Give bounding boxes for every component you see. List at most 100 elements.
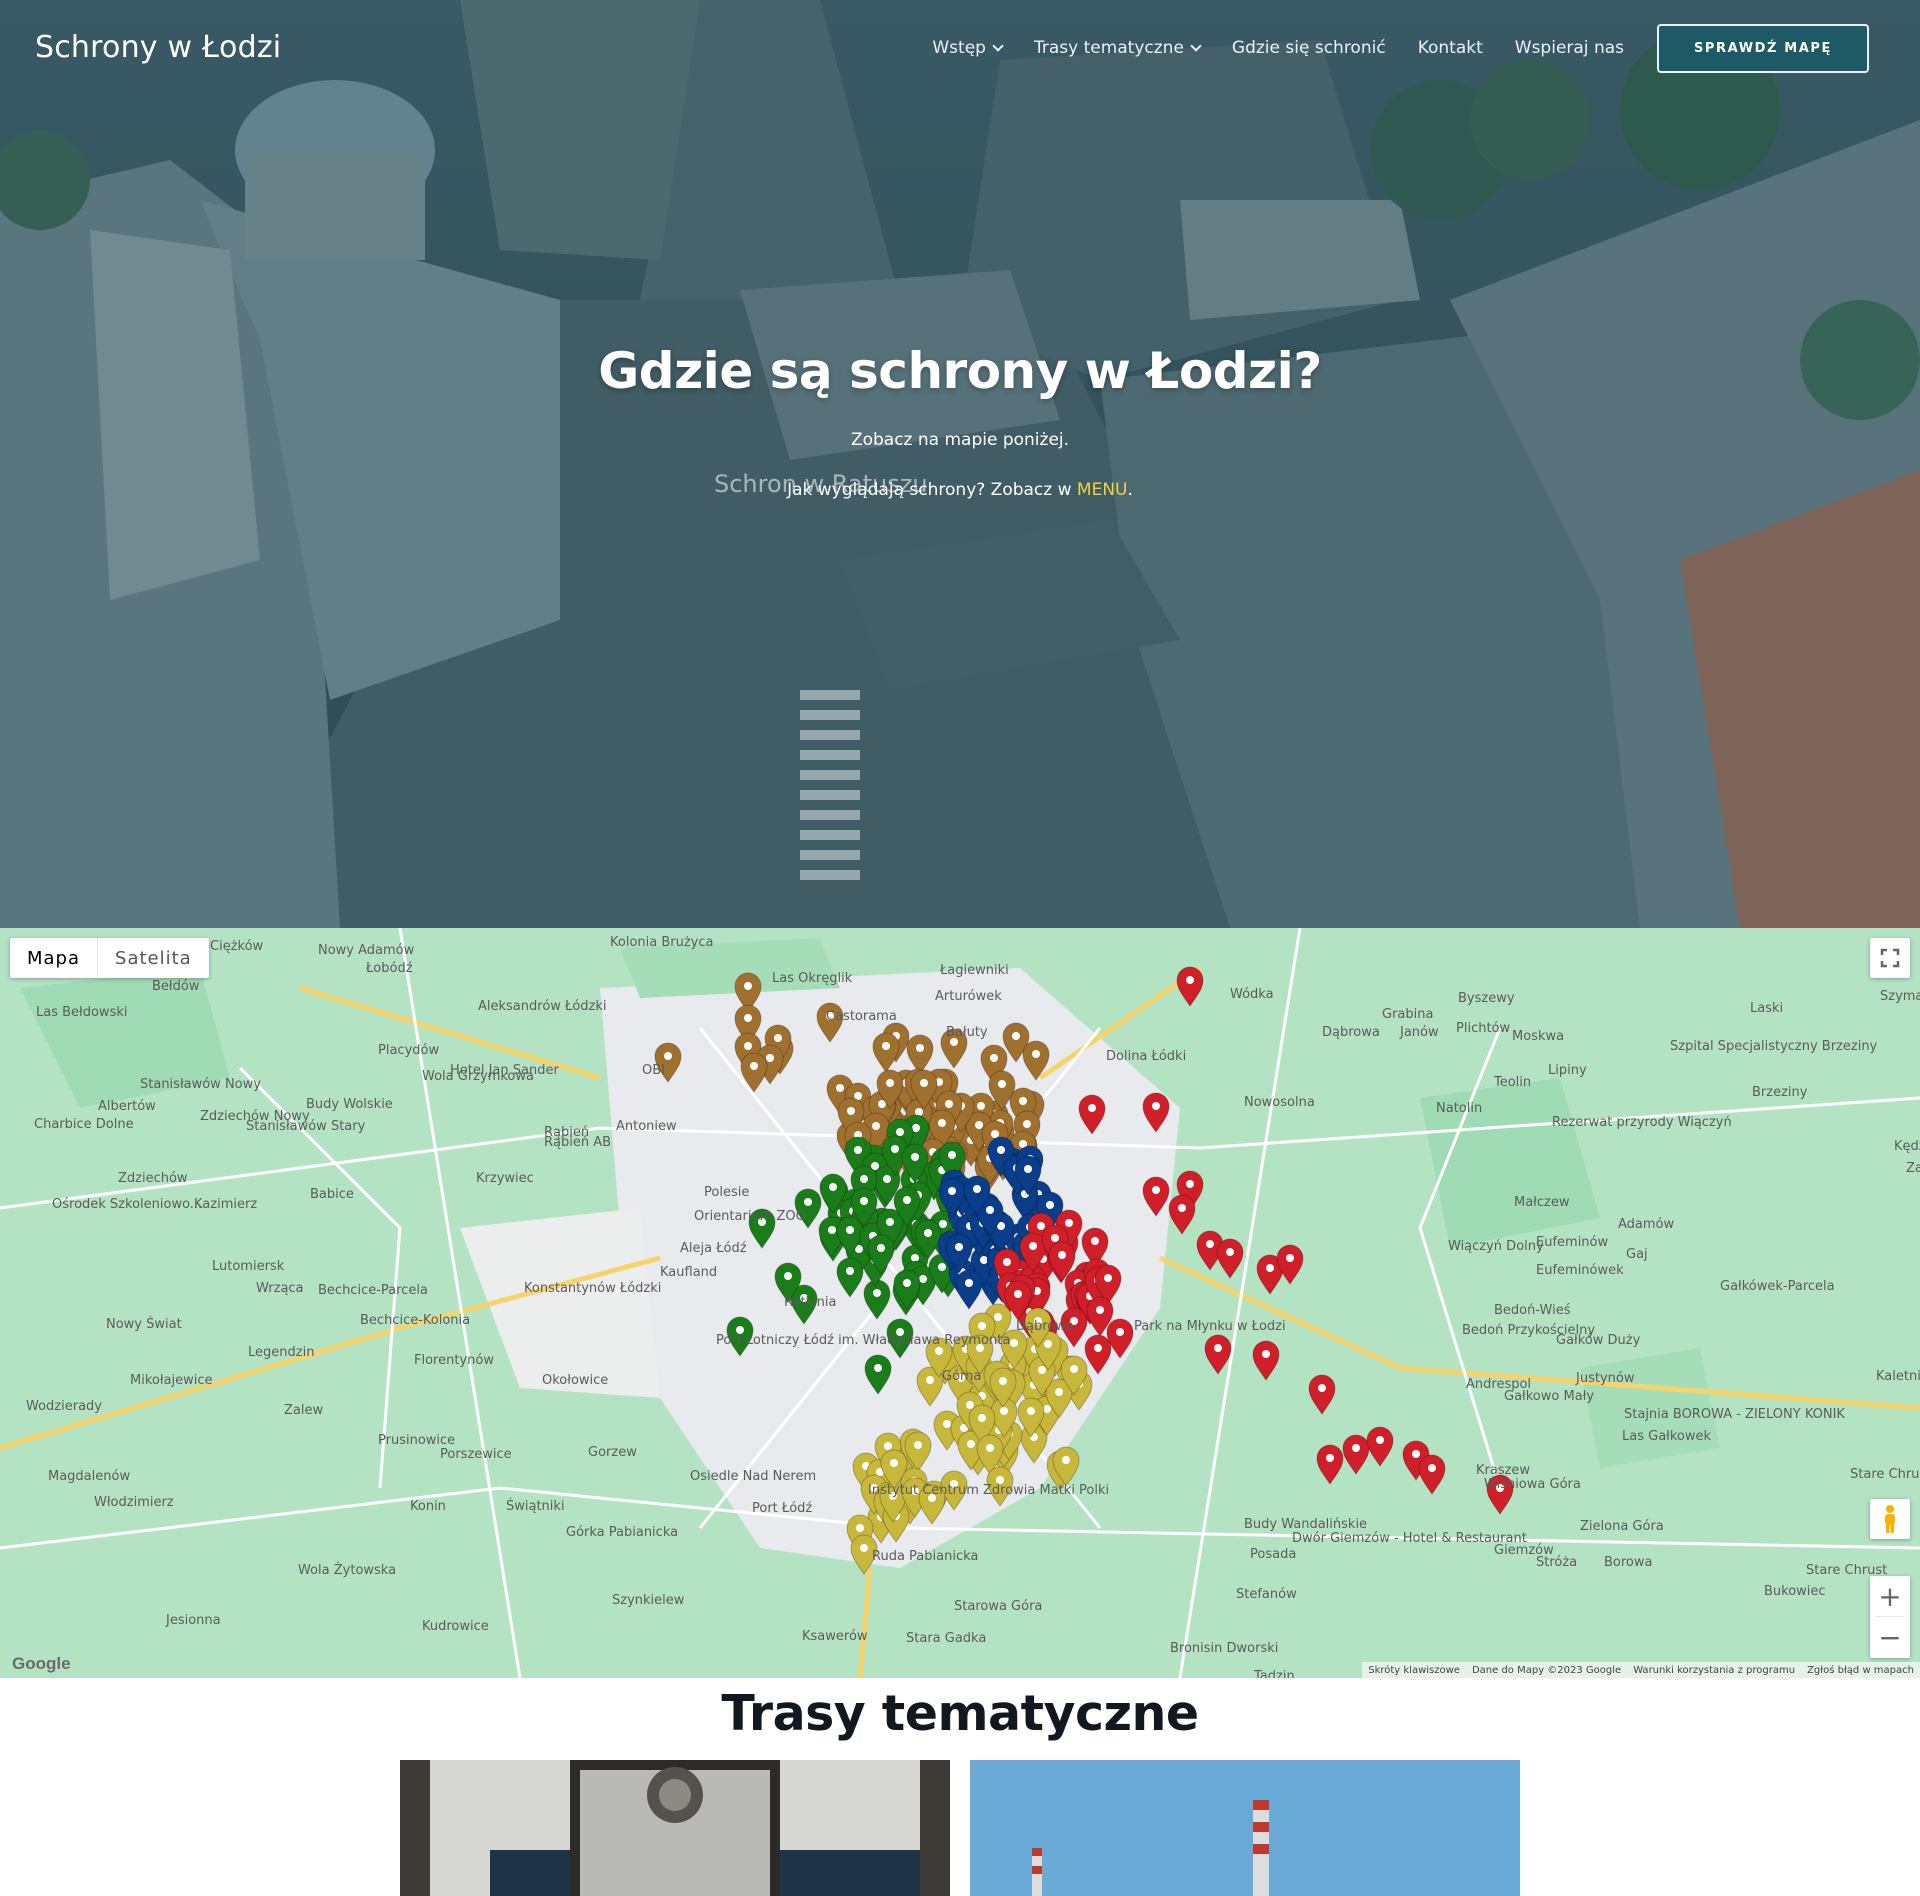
map-place-label: OBI	[642, 1063, 665, 1078]
map-place-label: Bechcice-Kolonia	[360, 1313, 470, 1328]
fullscreen-button[interactable]	[1870, 938, 1910, 978]
map-place-label: Las Bełdowski	[36, 1005, 127, 1020]
report-error-link[interactable]: Zgłoś błąd w mapach	[1807, 1665, 1914, 1676]
map-place-label: Ruda Pabianicka	[872, 1549, 978, 1564]
map-place-label: Adamów	[1618, 1217, 1675, 1232]
map-place-label: Polesie	[704, 1185, 749, 1200]
hero-subtitle: Zobacz na mapie poniżej.	[850, 430, 1070, 450]
map-place-label: Kaletnik	[1876, 1369, 1920, 1384]
map-place-label: Ośrodek Szkoleniowo...	[52, 1197, 202, 1212]
map-place-label: Konin	[410, 1499, 446, 1514]
map-type-map-button[interactable]: Mapa	[10, 938, 97, 978]
map-place-label: Wodzierady	[26, 1399, 102, 1414]
map-place-label: Plichtów	[1456, 1021, 1511, 1036]
site-brand[interactable]: Schrony w Łodzi	[35, 30, 281, 65]
map-place-label: Włodzimierz	[94, 1495, 174, 1510]
map-place-label: Kudrowice	[422, 1619, 489, 1634]
nav-item-kontakt[interactable]: Kontakt	[1418, 38, 1483, 58]
map-place-label: Rezerwat przyrody Wiączyń	[1552, 1115, 1732, 1130]
map-place-label: Brzeziny	[1752, 1085, 1808, 1100]
hero-title: Gdzie są schrony w Łodzi?	[598, 342, 1322, 400]
map-place-label: Porszewice	[440, 1447, 512, 1462]
keyboard-shortcuts-link[interactable]: Skróty klawiszowe	[1368, 1665, 1460, 1676]
map-place-label: Las Okręglik	[772, 971, 853, 986]
map-place-label: Budy Wolskie	[306, 1097, 393, 1112]
map-place-label: Gałków Duży	[1556, 1333, 1641, 1348]
map-place-label: Orientarium ZOO	[694, 1209, 806, 1224]
map-data-credit: Dane do Mapy ©2023 Google	[1471, 1664, 1622, 1676]
map-type-satellite-button[interactable]: Satelita	[98, 938, 209, 978]
map-place-label: Retkinia	[784, 1295, 837, 1310]
route-card-chimney[interactable]	[970, 1760, 1520, 1896]
map-place-label: Bedoń-Wieś	[1494, 1303, 1571, 1318]
map-attribution: Skróty klawiszowe Dane do Mapy ©2023 Goo…	[1362, 1662, 1920, 1678]
map-place-label: Port Lotniczy Łódź im. Władysława Reymon…	[716, 1333, 1010, 1348]
map-place-label: Gaj	[1626, 1247, 1648, 1262]
map-place-label: Łobódź	[365, 961, 413, 976]
zoom-control: + −	[1870, 1576, 1910, 1658]
map-place-label: Szynkielew	[612, 1593, 685, 1608]
map-place-label: Dąbrowa	[1016, 1319, 1074, 1334]
street-view-button[interactable]	[1870, 1499, 1910, 1539]
map-place-label: Posada	[1250, 1547, 1296, 1562]
shelters-map[interactable]: Ciężków Nowy Adamów Łobódź Kolonia Brużyca B…	[0, 928, 1920, 1678]
map-place-label: Konstantynów Łódzki	[524, 1281, 661, 1296]
map-place-label: Stajnia BOROWA - ZIELONY KONIK	[1624, 1407, 1845, 1422]
map-place-label: Budy Wandalińskie	[1244, 1517, 1367, 1532]
hero-section: Schron w Ratuszu Schrony w Łodzi Wstęp T…	[0, 0, 1920, 928]
terms-link[interactable]: Warunki korzystania z programu	[1633, 1665, 1795, 1676]
map-canvas[interactable]: Ciężków Nowy Adamów Łobódź Kolonia Brużyca B…	[0, 928, 1920, 1678]
map-place-label: Wiśniowa Góra	[1484, 1477, 1581, 1492]
zoom-in-button[interactable]: +	[1870, 1576, 1910, 1616]
section-title: Trasy tematyczne	[721, 1685, 1199, 1742]
map-place-label: Florentynów	[414, 1353, 494, 1368]
check-map-button[interactable]: SPRAWDŹ MAPĘ	[1657, 24, 1869, 73]
main-menu: Wstęp Trasy tematyczne Gdzie się schroni…	[932, 38, 1624, 58]
chimney-photo	[970, 1760, 1520, 1896]
map-place-label: Łagiewniki	[939, 963, 1009, 978]
map-place-label: Charbice Dolne	[34, 1117, 134, 1132]
map-place-label: Las Gałkowek	[1622, 1429, 1711, 1444]
map-place-label: Gałkówek-Parcela	[1720, 1279, 1835, 1294]
map-place-label: Szymanis	[1880, 989, 1920, 1004]
nav-item-wstep[interactable]: Wstęp	[932, 38, 1004, 58]
nav-item-gdzie-sie-schronic[interactable]: Gdzie się schronić	[1232, 38, 1386, 58]
map-place-label: Nowy Adamów	[318, 943, 415, 958]
nav-item-label: Gdzie się schronić	[1231, 38, 1386, 58]
map-place-label: Nowosolna	[1244, 1095, 1315, 1110]
map-place-label: Kaufland	[660, 1265, 717, 1280]
route-card-interior[interactable]	[400, 1760, 950, 1896]
nav-item-label: Wstęp	[932, 38, 986, 58]
menu-link[interactable]: MENU	[1077, 480, 1128, 500]
map-place-label: Laski	[1750, 1001, 1783, 1016]
map-place-label: Gałkowo Mały	[1504, 1389, 1594, 1404]
shelter-interior-photo	[400, 1760, 950, 1896]
map-place-label: Szpital Specjalistyczny Brzeziny	[1670, 1039, 1878, 1054]
map-place-label: Albertów	[98, 1099, 156, 1114]
map-place-label: Gorzew	[588, 1445, 637, 1460]
map-place-label: Teolin	[1493, 1075, 1531, 1090]
top-navigation: Schrony w Łodzi Wstęp Trasy tematyczne G…	[0, 0, 1920, 96]
map-place-label: Castorama	[826, 1009, 897, 1024]
map-place-label: Dąbrowa	[1322, 1025, 1380, 1040]
map-place-label: Grabina	[1382, 1007, 1433, 1022]
map-place-label: Górna	[942, 1369, 981, 1384]
map-place-label: Wódka	[1230, 987, 1274, 1002]
map-place-label: Zalesie	[1906, 1161, 1920, 1176]
map-place-label: Babice	[310, 1187, 354, 1202]
zoom-out-button[interactable]: −	[1870, 1617, 1910, 1657]
map-place-label: Bronisin Dworski	[1170, 1641, 1278, 1656]
map-place-label: Kędzio	[1894, 1139, 1920, 1154]
map-place-label: Aleksandrów Łódzki	[478, 999, 607, 1014]
map-place-label: Stanisławów Nowy	[140, 1077, 261, 1092]
google-logo: Google	[12, 1654, 71, 1673]
nav-item-wspieraj-nas[interactable]: Wspieraj nas	[1515, 38, 1624, 58]
map-place-label: Wiączyń Dolny	[1448, 1239, 1544, 1254]
hero-line-text: Jak wyglądają schrony? Zobacz w	[787, 480, 1077, 500]
map-place-label: Stanisławów Stary	[246, 1119, 366, 1134]
map-place-label: Moskwa	[1512, 1029, 1564, 1044]
nav-item-label: Trasy tematyczne	[1033, 38, 1184, 58]
map-place-label: Lipiny	[1548, 1063, 1587, 1078]
chevron-down-icon	[992, 39, 1004, 52]
nav-item-trasy-tematyczne[interactable]: Trasy tematyczne	[1033, 38, 1202, 58]
